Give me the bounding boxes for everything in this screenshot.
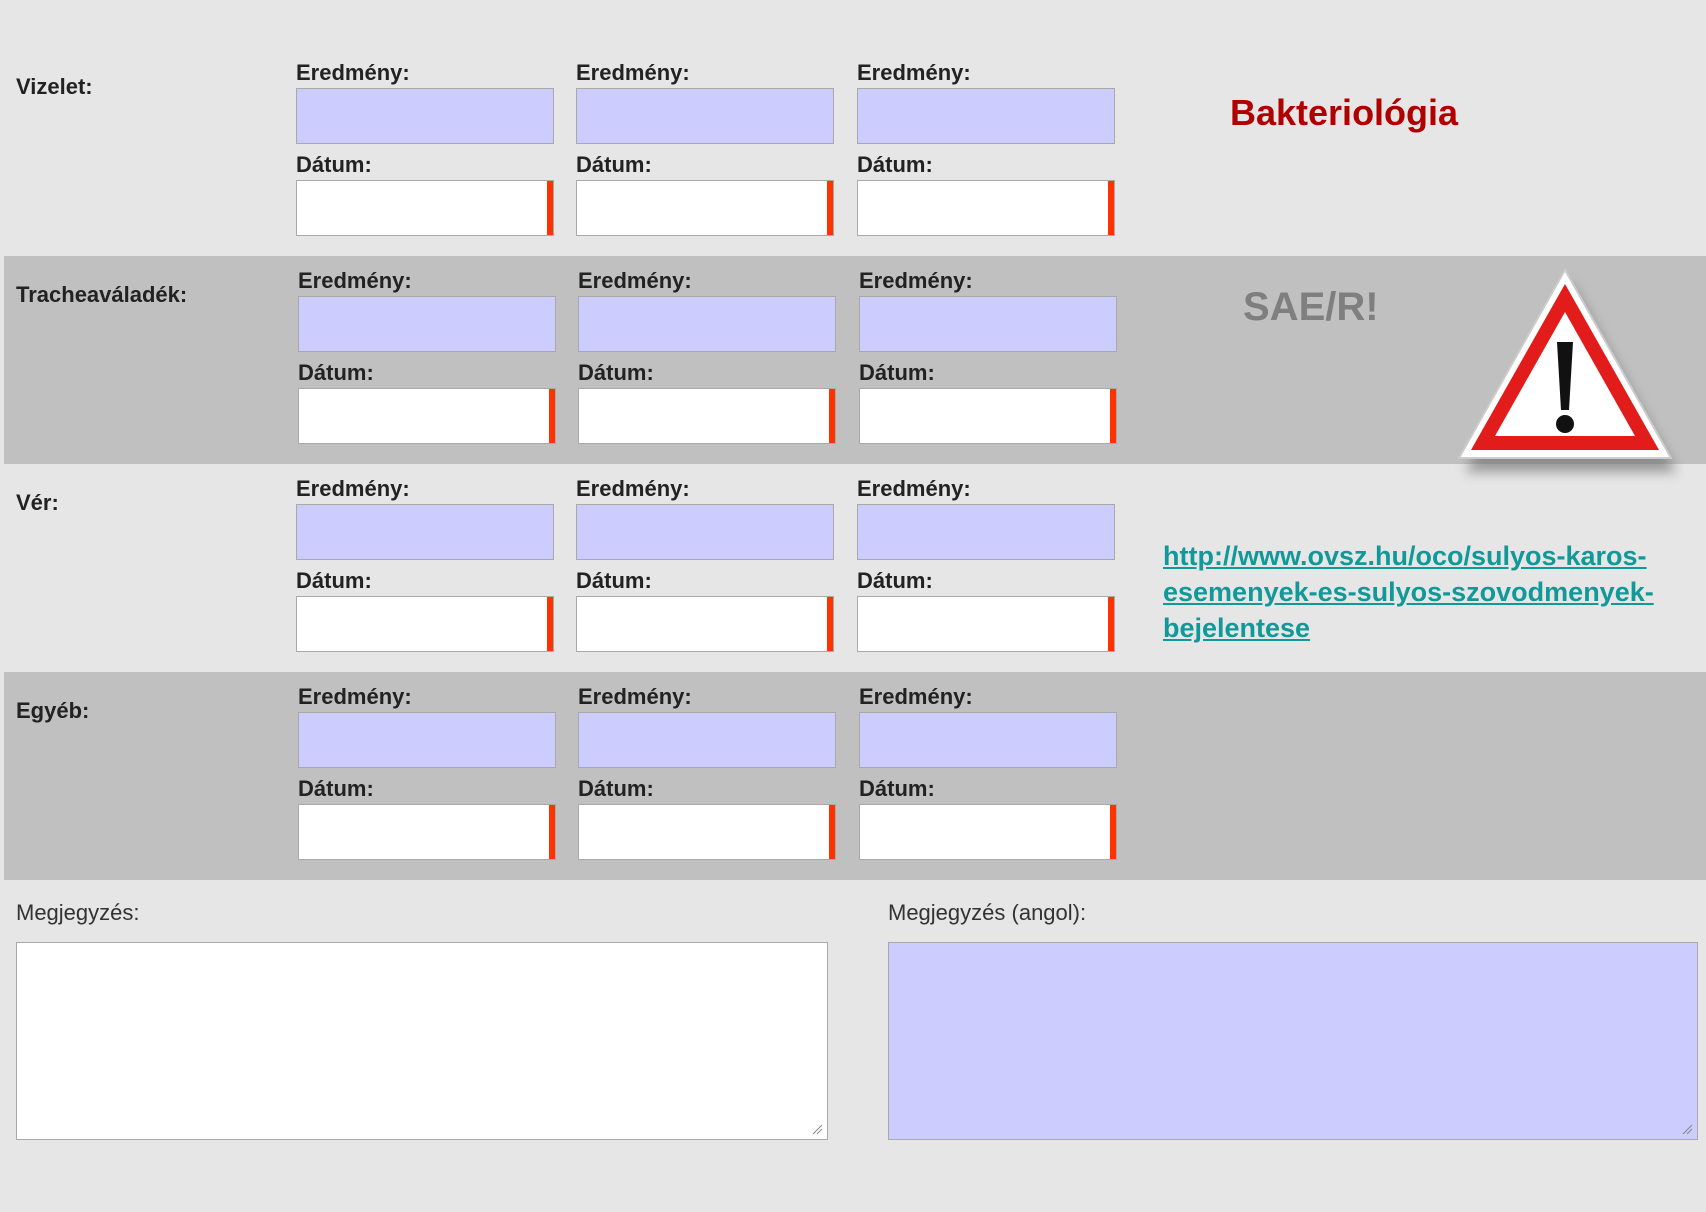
note-textarea[interactable] <box>16 942 828 1140</box>
result-input[interactable] <box>576 504 834 560</box>
result-label: Eredmény: <box>296 476 410 501</box>
date-label: Dátum: <box>298 776 374 801</box>
required-marker <box>829 389 835 443</box>
result-group-2: Eredmény: Dátum: <box>578 268 840 452</box>
date-input[interactable] <box>576 180 834 236</box>
result-group-3: Eredmény: Dátum: <box>859 268 1121 452</box>
date-label: Dátum: <box>578 776 654 801</box>
date-input[interactable] <box>576 596 834 652</box>
section-vizelet: Vizelet: Eredmény: Dátum: Eredmény: Dátu… <box>4 48 1706 256</box>
section-label: Egyéb: <box>16 698 90 723</box>
required-marker <box>549 389 555 443</box>
ovsz-link[interactable]: http://www.ovsz.hu/oco/sulyos-karos-esem… <box>1163 538 1683 646</box>
result-label: Eredmény: <box>857 60 971 85</box>
date-label: Dátum: <box>576 568 652 593</box>
date-input[interactable] <box>857 180 1115 236</box>
result-input[interactable] <box>578 712 836 768</box>
required-marker <box>827 181 833 235</box>
section-label: Tracheaváladék: <box>16 282 188 307</box>
result-group-1: Eredmény: Dátum: <box>296 476 558 660</box>
resize-grip-icon[interactable] <box>1681 1123 1693 1135</box>
result-input[interactable] <box>296 88 554 144</box>
result-label: Eredmény: <box>298 268 412 293</box>
note-english-textarea[interactable] <box>888 942 1698 1140</box>
sae-r-label: SAE/R! <box>1243 285 1379 329</box>
result-input[interactable] <box>296 504 554 560</box>
result-label: Eredmény: <box>578 684 692 709</box>
result-group-3: Eredmény: Dátum: <box>857 60 1119 244</box>
result-label: Eredmény: <box>857 476 971 501</box>
date-input[interactable] <box>859 804 1117 860</box>
note-label: Megjegyzés: <box>16 900 140 925</box>
date-input[interactable] <box>857 596 1115 652</box>
date-label: Dátum: <box>578 360 654 385</box>
required-marker <box>547 181 553 235</box>
section-egyeb: Egyéb: Eredmény: Dátum: Eredmény: Dátum:… <box>4 672 1706 880</box>
date-input[interactable] <box>296 596 554 652</box>
section-label: Vér: <box>16 490 59 515</box>
result-label: Eredmény: <box>859 684 973 709</box>
date-label: Dátum: <box>859 360 935 385</box>
required-marker <box>549 805 555 859</box>
date-label: Dátum: <box>298 360 374 385</box>
date-label: Dátum: <box>857 568 933 593</box>
date-label: Dátum: <box>296 568 372 593</box>
required-marker <box>547 597 553 651</box>
warning-triangle-icon <box>1457 267 1677 472</box>
result-group-2: Eredmény: Dátum: <box>578 684 840 868</box>
result-input[interactable] <box>857 88 1115 144</box>
result-label: Eredmény: <box>859 268 973 293</box>
result-label: Eredmény: <box>576 60 690 85</box>
result-group-1: Eredmény: Dátum: <box>298 268 560 452</box>
result-label: Eredmény: <box>576 476 690 501</box>
result-input[interactable] <box>857 504 1115 560</box>
date-label: Dátum: <box>296 152 372 177</box>
result-group-2: Eredmény: Dátum: <box>576 476 838 660</box>
required-marker <box>829 805 835 859</box>
note-english-label: Megjegyzés (angol): <box>888 900 1087 925</box>
result-group-1: Eredmény: Dátum: <box>298 684 560 868</box>
date-input[interactable] <box>298 388 556 444</box>
result-input[interactable] <box>859 712 1117 768</box>
bakteriologia-form: Vizelet: Eredmény: Dátum: Eredmény: Dátu… <box>0 0 1706 1212</box>
date-input[interactable] <box>298 804 556 860</box>
date-input[interactable] <box>578 804 836 860</box>
result-group-1: Eredmény: Dátum: <box>296 60 558 244</box>
required-marker <box>1110 389 1116 443</box>
result-input[interactable] <box>576 88 834 144</box>
required-marker <box>1108 597 1114 651</box>
bakteriologia-title: Bakteriológia <box>1230 92 1459 133</box>
result-group-3: Eredmény: Dátum: <box>859 684 1121 868</box>
date-input[interactable] <box>859 388 1117 444</box>
result-label: Eredmény: <box>578 268 692 293</box>
date-input[interactable] <box>296 180 554 236</box>
date-label: Dátum: <box>576 152 652 177</box>
resize-grip-icon[interactable] <box>811 1123 823 1135</box>
result-input[interactable] <box>298 296 556 352</box>
result-input[interactable] <box>578 296 836 352</box>
result-label: Eredmény: <box>296 60 410 85</box>
required-marker <box>827 597 833 651</box>
result-input[interactable] <box>859 296 1117 352</box>
result-group-2: Eredmény: Dátum: <box>576 60 838 244</box>
required-marker <box>1108 181 1114 235</box>
section-label: Vizelet: <box>16 74 93 99</box>
date-input[interactable] <box>578 388 836 444</box>
result-label: Eredmény: <box>298 684 412 709</box>
result-input[interactable] <box>298 712 556 768</box>
date-label: Dátum: <box>857 152 933 177</box>
result-group-3: Eredmény: Dátum: <box>857 476 1119 660</box>
required-marker <box>1110 805 1116 859</box>
date-label: Dátum: <box>859 776 935 801</box>
